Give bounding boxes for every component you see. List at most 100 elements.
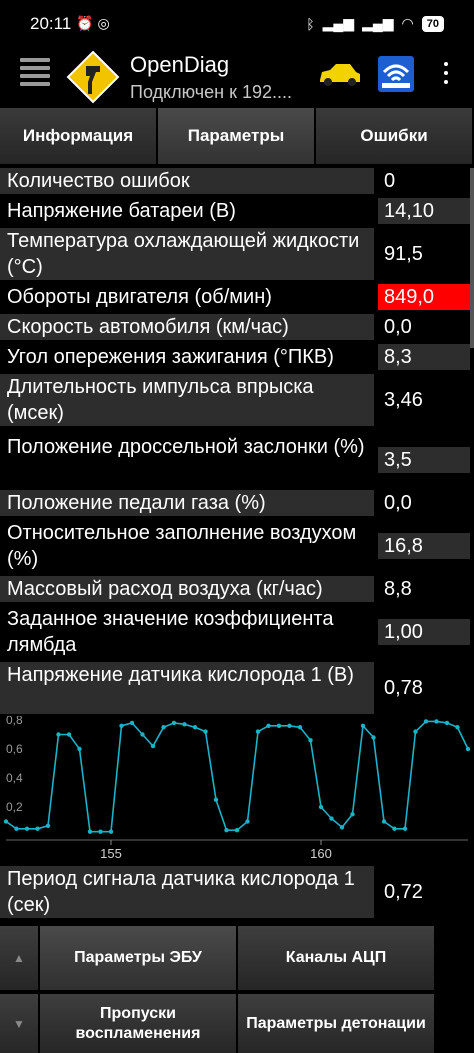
menu-icon[interactable] bbox=[20, 58, 50, 88]
chart-data-point bbox=[287, 723, 292, 728]
chart-data-point bbox=[66, 732, 72, 737]
chart-data-point bbox=[35, 826, 40, 831]
chart-data-point bbox=[171, 720, 177, 726]
param-row[interactable]: Положение дроссельной заслонки (%) 3,5 bbox=[0, 434, 474, 486]
connection-status: Подключен к 192.... bbox=[130, 82, 292, 102]
chart-data-point bbox=[98, 829, 103, 834]
param-label: Скорость автомобиля (км/час) bbox=[0, 314, 374, 340]
chart-data-point bbox=[434, 719, 439, 724]
param-row[interactable]: Обороты двигателя (об/мин) 849,0 bbox=[0, 284, 474, 310]
tab-params[interactable]: Параметры bbox=[158, 108, 316, 164]
chart-data-point bbox=[24, 826, 30, 831]
param-row[interactable]: Массовый расход воздуха (кг/час) 8,8 bbox=[0, 576, 474, 602]
chart-data-point bbox=[329, 816, 334, 821]
chart-data-point bbox=[255, 729, 261, 734]
chart-data-point bbox=[140, 732, 145, 737]
wifi-adapter-icon[interactable] bbox=[378, 56, 414, 92]
chart-data-point bbox=[413, 729, 418, 734]
param-row[interactable]: Температура охлаждающей жидкости (°С) 91… bbox=[0, 228, 474, 280]
whatsapp-icon: ◎ bbox=[97, 15, 114, 31]
param-label: Количество ошибок bbox=[0, 168, 374, 194]
scrollbar[interactable] bbox=[470, 168, 474, 348]
chart-data-point bbox=[245, 819, 250, 824]
chart-data-point bbox=[276, 723, 282, 728]
bottom-nav: ▲ ▼ Параметры ЭБУ Каналы АЦП Пропуски во… bbox=[0, 922, 474, 1053]
param-value: 0,72 bbox=[378, 879, 470, 905]
chart-y-tick-label: 0,6 bbox=[6, 742, 23, 756]
param-row[interactable]: Напряжение датчика кислорода 1 (В) 0,78 bbox=[0, 662, 474, 714]
car-icon[interactable] bbox=[316, 60, 362, 90]
chart-data-point bbox=[129, 720, 135, 726]
chart-y-tick-label: 0,2 bbox=[6, 800, 23, 814]
knock-params-button[interactable]: Параметры детонации bbox=[238, 994, 434, 1053]
chart-data-point bbox=[455, 725, 460, 730]
param-row[interactable]: Положение педали газа (%) 0,0 bbox=[0, 490, 474, 516]
chart-data-point bbox=[266, 723, 271, 728]
chart-data-point bbox=[308, 738, 313, 743]
param-label: Относительное заполнение воздухом (%) bbox=[0, 520, 374, 572]
chart-data-point bbox=[402, 826, 408, 831]
oxygen-sensor-chart: 0,2 0,4 0,6 0,8 155 160 bbox=[0, 716, 474, 864]
param-label: Положение педали газа (%) bbox=[0, 490, 374, 516]
param-value: 1,00 bbox=[378, 619, 470, 645]
param-row[interactable]: Заданное значение коэффициента лямбда 1,… bbox=[0, 606, 474, 658]
scroll-up-arrow-icon[interactable]: ▲ bbox=[0, 926, 38, 990]
param-value: 14,10 bbox=[378, 198, 470, 224]
scroll-down-arrow-icon[interactable]: ▼ bbox=[0, 994, 38, 1053]
app-logo-icon bbox=[66, 50, 120, 104]
param-row[interactable]: Период сигнала датчика кислорода 1 (сек)… bbox=[0, 866, 474, 918]
chart-data-point bbox=[371, 735, 376, 740]
app-bar: OpenDiag Подключен к 192.... bbox=[0, 50, 474, 108]
chart-series-line bbox=[5, 720, 469, 833]
misfire-button[interactable]: Пропуски воспламенения bbox=[40, 994, 236, 1053]
app-title: OpenDiag bbox=[130, 52, 230, 77]
param-value-alert: 849,0 bbox=[378, 284, 470, 310]
chart-data-point bbox=[224, 828, 229, 833]
chart-data-point bbox=[192, 725, 198, 730]
chart-data-point bbox=[14, 826, 19, 831]
chart-data-point bbox=[465, 746, 471, 752]
chart-data-point bbox=[392, 826, 397, 831]
adc-channels-button[interactable]: Каналы АЦП bbox=[238, 926, 434, 990]
alarm-icon: ⏰ bbox=[76, 15, 98, 31]
param-label: Угол опережения зажигания (°ПКВ) bbox=[0, 344, 374, 370]
param-value: 0 bbox=[378, 168, 470, 194]
param-label: Заданное значение коэффициента лямбда bbox=[0, 606, 374, 658]
wifi-icon: ◠ bbox=[401, 15, 414, 31]
param-label: Температура охлаждающей жидкости (°С) bbox=[0, 228, 374, 280]
signal-icon: ▂▄▆ bbox=[322, 15, 355, 31]
chart-data-point bbox=[56, 732, 61, 737]
tab-bar: Информация Параметры Ошибки bbox=[0, 108, 474, 166]
param-label: Напряжение батареи (В) bbox=[0, 198, 374, 224]
param-row[interactable]: Относительное заполнение воздухом (%) 16… bbox=[0, 520, 474, 572]
status-left-icons: ⏰◎ bbox=[76, 15, 114, 32]
chart-data-point bbox=[339, 825, 345, 830]
chart-data-point bbox=[234, 828, 240, 833]
param-value: 16,8 bbox=[378, 533, 470, 559]
tab-errors[interactable]: Ошибки bbox=[316, 108, 474, 164]
chart-data-point bbox=[182, 722, 187, 727]
param-row[interactable]: Напряжение батареи (В) 14,10 bbox=[0, 198, 474, 224]
ecu-params-button[interactable]: Параметры ЭБУ bbox=[40, 926, 236, 990]
param-row[interactable]: Количество ошибок 0 bbox=[0, 168, 474, 194]
param-value: 0,78 bbox=[378, 675, 470, 701]
chart-x-tick-label: 155 bbox=[100, 846, 122, 861]
chart-data-point bbox=[77, 746, 82, 752]
param-label: Массовый расход воздуха (кг/час) bbox=[0, 576, 374, 602]
chart-data-point bbox=[444, 720, 450, 726]
param-label: Длительность импульса впрыска (мсек) bbox=[0, 374, 374, 426]
bluetooth-icon: ᛒ bbox=[306, 15, 315, 32]
status-right-icons: ᛒ ▂▄▆ ▂▄▆ ◠ 70 bbox=[306, 15, 444, 32]
chart-data-point bbox=[45, 823, 51, 829]
chart-data-point bbox=[350, 812, 355, 817]
param-value: 0,0 bbox=[378, 490, 470, 516]
tab-info[interactable]: Информация bbox=[0, 108, 158, 164]
chart-data-point bbox=[3, 819, 9, 824]
param-row[interactable]: Скорость автомобиля (км/час) 0,0 bbox=[0, 314, 474, 340]
param-value: 0,0 bbox=[378, 314, 470, 340]
param-label: Положение дроссельной заслонки (%) bbox=[0, 434, 374, 486]
param-row[interactable]: Длительность импульса впрыска (мсек) 3,4… bbox=[0, 374, 474, 426]
param-row[interactable]: Угол опережения зажигания (°ПКВ) 8,3 bbox=[0, 344, 474, 370]
param-label: Обороты двигателя (об/мин) bbox=[0, 284, 374, 310]
more-icon[interactable] bbox=[440, 62, 452, 92]
